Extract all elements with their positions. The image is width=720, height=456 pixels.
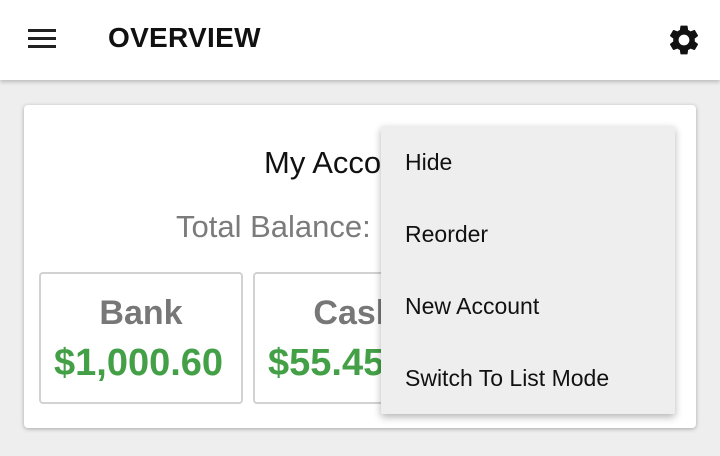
- account-amount: $1,000.60: [54, 342, 224, 384]
- app-bar: OVERVIEW: [0, 0, 720, 80]
- overflow-popup-menu: Hide Reorder New Account Switch To List …: [381, 126, 675, 414]
- total-balance-label: Total Balance:: [176, 209, 371, 244]
- menu-item-switch-to-list-mode[interactable]: Switch To List Mode: [381, 342, 675, 414]
- menu-item-new-account[interactable]: New Account: [381, 270, 675, 342]
- account-name: Bank: [99, 294, 183, 332]
- page-title: OVERVIEW: [108, 22, 261, 53]
- menu-icon[interactable]: [28, 28, 56, 50]
- gear-icon[interactable]: [666, 22, 702, 58]
- account-amount: $55.45: [268, 342, 385, 384]
- menu-item-hide[interactable]: Hide: [381, 126, 675, 198]
- account-tile-bank[interactable]: Bank $1,000.60: [39, 272, 243, 404]
- menu-item-reorder[interactable]: Reorder: [381, 198, 675, 270]
